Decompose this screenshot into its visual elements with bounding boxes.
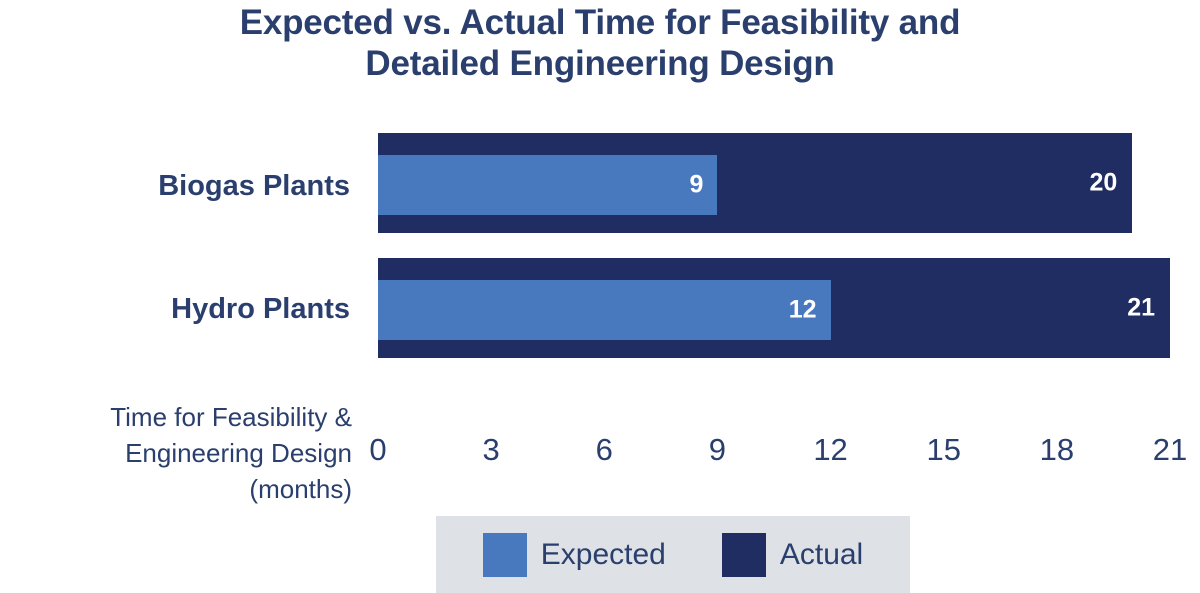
bar-expected-biogas-plants: 9 (378, 155, 718, 215)
legend-label-expected: Expected (540, 537, 666, 571)
legend-item-actual[interactable]: Actual (721, 532, 864, 577)
x-axis-ticks: 0 3 6 9 12 15 18 21 (369, 432, 1187, 482)
x-axis-title-line-2: Engineering Design (125, 437, 352, 468)
legend-swatch-actual-icon (721, 532, 766, 577)
x-tick-6: 6 (595, 432, 613, 467)
bar-value-expected-hydro-plants: 12 (788, 295, 817, 324)
bar-expected-hydro-plants: 12 (378, 280, 831, 340)
bar-value-actual-biogas-plants: 20 (1089, 168, 1118, 197)
x-axis-title-line-3: (months) (249, 473, 352, 504)
bar-value-expected-biogas-plants: 9 (689, 170, 704, 199)
chart-title-line-1: Expected vs. Actual Time for Feasibility… (239, 3, 961, 42)
category-label-hydro-plants: Hydro Plants (171, 293, 350, 325)
legend-swatch-expected-icon (482, 532, 527, 577)
x-tick-9: 9 (708, 432, 727, 467)
x-tick-21: 21 (1152, 432, 1188, 467)
x-axis-title: Time for Feasibility & Engineering Desig… (0, 400, 352, 508)
category-label-biogas-plants: Biogas Plants (158, 170, 350, 202)
bar-value-actual-hydro-plants: 21 (1127, 293, 1155, 322)
chart-title-line-2: Detailed Engineering Design (365, 44, 835, 84)
x-tick-3: 3 (482, 432, 500, 467)
legend-item-expected[interactable]: Expected (482, 532, 666, 577)
legend-label-actual: Actual (779, 537, 864, 571)
x-tick-12: 12 (813, 432, 848, 467)
chart-legend: Expected Actual (436, 516, 910, 593)
x-tick-15: 15 (926, 432, 961, 467)
chart-title: Expected vs. Actual Time for Feasibility… (150, 2, 1050, 85)
chart-container: Expected vs. Actual Time for Feasibility… (0, 0, 1200, 593)
plot-area: 20 9 21 12 (378, 125, 1178, 375)
x-tick-18: 18 (1039, 432, 1075, 467)
x-axis-title-line-1: Time for Feasibility & (110, 402, 352, 432)
